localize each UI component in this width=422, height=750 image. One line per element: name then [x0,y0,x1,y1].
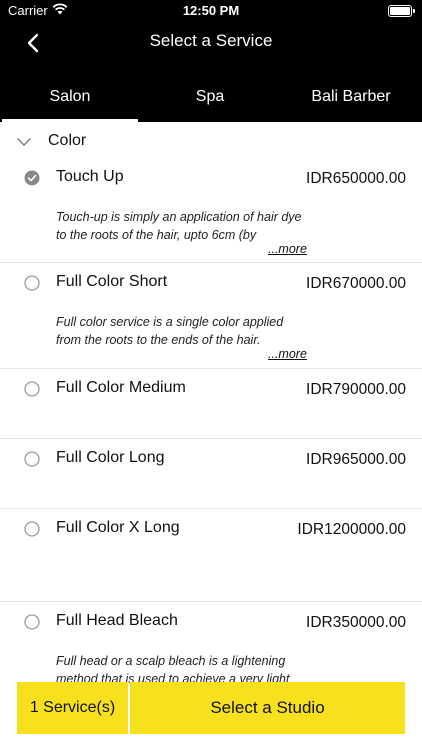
radio-checked-icon[interactable] [24,170,40,186]
service-price: IDR650000.00 [306,170,406,187]
radio-unchecked-icon[interactable] [24,614,40,630]
chevron-down-icon [16,134,32,152]
radio-unchecked-icon[interactable] [24,381,40,397]
service-name: Touch Up [56,168,124,185]
service-price: IDR1200000.00 [297,521,406,538]
category-tabs: Salon Spa Bali Barber [0,64,422,122]
service-row-full-color-medium[interactable]: Full Color Medium IDR790000.00 [0,369,422,439]
radio-unchecked-icon[interactable] [24,275,40,291]
select-studio-button[interactable]: Select a Studio [130,682,405,734]
nav-bar: Select a Service [0,22,422,64]
tab-salon[interactable]: Salon [0,64,140,122]
service-price: IDR670000.00 [306,275,406,292]
service-name: Full Color X Long [56,519,180,536]
selected-services-button[interactable]: 1 Service(s) [17,682,128,734]
service-list: Touch Up IDR650000.00 Touch-up is simply… [0,158,422,722]
tab-spa[interactable]: Spa [140,64,280,122]
section-label: Color [48,132,87,149]
page-title: Select a Service [149,31,273,50]
service-description: Touch-up is simply an application of hai… [56,210,302,242]
tab-bali-barber[interactable]: Bali Barber [280,64,422,122]
battery-icon [388,5,415,17]
service-row-full-color-short[interactable]: Full Color Short IDR670000.00 Full color… [0,263,422,369]
bottom-action-bar: 1 Service(s) Select a Studio [17,682,405,734]
radio-unchecked-icon[interactable] [24,521,40,537]
service-name: Full Color Short [56,273,168,290]
more-link[interactable]: ...more [268,242,307,256]
more-link[interactable]: ...more [268,347,307,361]
service-price: IDR350000.00 [306,614,406,631]
service-name: Full Color Medium [56,379,186,396]
service-row-full-color-long[interactable]: Full Color Long IDR965000.00 [0,439,422,509]
service-price: IDR965000.00 [306,451,406,468]
service-description: Full color service is a single color app… [56,315,284,347]
service-row-full-color-x-long[interactable]: Full Color X Long IDR1200000.00 [0,509,422,602]
status-bar: Carrier 12:50 PM [0,0,422,22]
service-price: IDR790000.00 [306,381,406,398]
service-name: Full Color Long [56,449,165,466]
radio-unchecked-icon[interactable] [24,451,40,467]
service-row-touch-up[interactable]: Touch Up IDR650000.00 Touch-up is simply… [0,158,422,263]
clock: 12:50 PM [182,3,240,18]
section-header-color[interactable]: Color [0,122,422,159]
service-name: Full Head Bleach [56,612,178,629]
